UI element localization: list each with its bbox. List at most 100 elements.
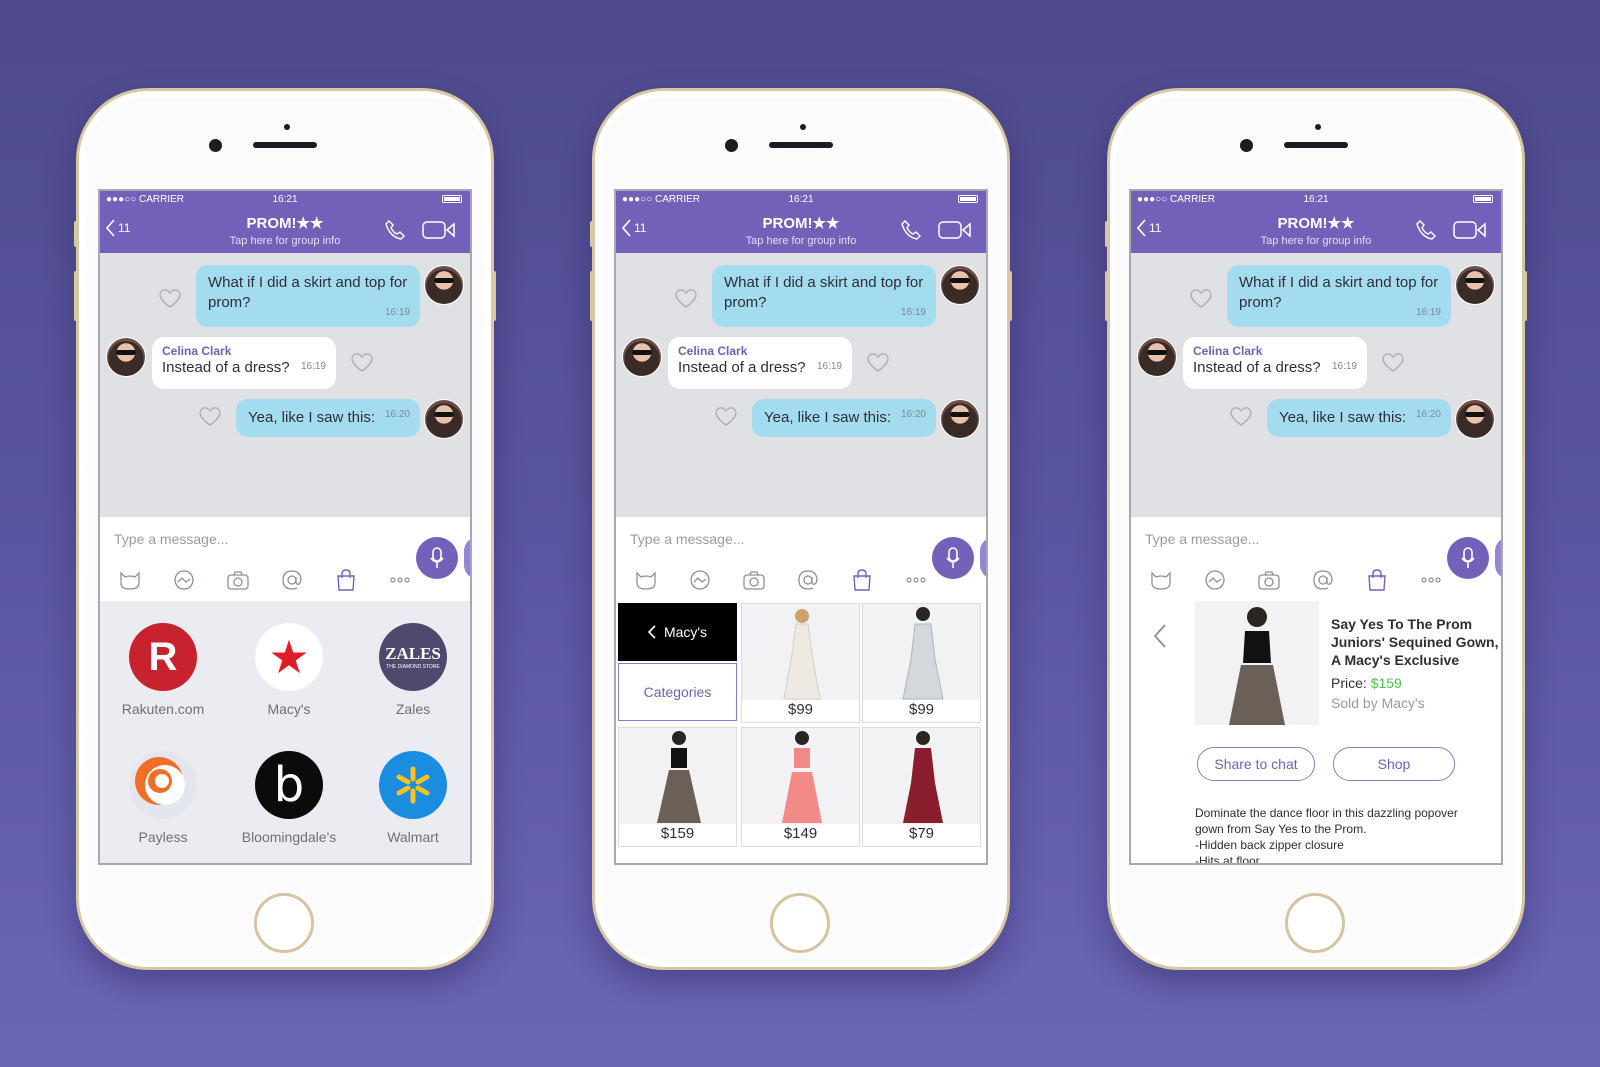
camera-icon[interactable] bbox=[742, 569, 766, 591]
more-icon[interactable] bbox=[904, 569, 928, 591]
group-title[interactable]: PROM!★★ bbox=[100, 214, 470, 232]
product-tile[interactable]: $149 bbox=[741, 727, 860, 847]
message-list[interactable]: What if I did a skirt and top for prom? … bbox=[100, 253, 470, 517]
shopping-bag-icon[interactable] bbox=[850, 569, 874, 591]
message-list[interactable]: What if I did a skirt and top for prom? … bbox=[616, 253, 986, 517]
categories-button[interactable]: Categories bbox=[618, 663, 737, 721]
product-grid[interactable]: Macy's Categories $99 $99 $159 $149 $79 bbox=[616, 601, 986, 863]
own-avatar[interactable] bbox=[1455, 265, 1495, 305]
contact-avatar[interactable] bbox=[106, 337, 146, 377]
own-avatar[interactable] bbox=[940, 399, 980, 439]
voice-message-button[interactable] bbox=[416, 537, 458, 579]
more-icon[interactable] bbox=[1419, 569, 1443, 591]
chevron-left-icon[interactable] bbox=[1153, 623, 1167, 649]
video-call-icon[interactable] bbox=[422, 220, 456, 240]
shop-button[interactable]: Shop bbox=[1333, 747, 1455, 781]
like-heart-icon[interactable] bbox=[866, 351, 890, 378]
shopping-bag-icon[interactable] bbox=[1365, 569, 1389, 591]
like-heart-icon[interactable] bbox=[1229, 405, 1253, 432]
mention-icon[interactable] bbox=[796, 569, 820, 591]
group-title[interactable]: PROM!★★ bbox=[1131, 214, 1501, 232]
chat-header[interactable]: 11 PROM!★★ Tap here for group info bbox=[100, 207, 470, 253]
sticker-icon[interactable] bbox=[634, 569, 658, 591]
like-heart-icon[interactable] bbox=[350, 351, 374, 378]
video-call-icon[interactable] bbox=[938, 220, 972, 240]
message-bubble-out[interactable]: Yea, like I saw this: 16:20 bbox=[752, 399, 936, 437]
group-subtitle[interactable]: Tap here for group info bbox=[616, 235, 986, 247]
message-bubble-in[interactable]: Celina Clark Instead of a dress? 16:19 bbox=[1183, 337, 1367, 389]
voice-message-button[interactable] bbox=[932, 537, 974, 579]
shopping-bag-icon[interactable] bbox=[334, 569, 358, 591]
phone-icon[interactable] bbox=[1415, 219, 1437, 241]
message-list[interactable]: What if I did a skirt and top for prom? … bbox=[1131, 253, 1501, 517]
own-avatar[interactable] bbox=[940, 265, 980, 305]
like-heart-icon[interactable] bbox=[1381, 351, 1405, 378]
own-avatar[interactable] bbox=[424, 399, 464, 439]
like-heart-icon[interactable] bbox=[1189, 287, 1213, 314]
message-text: Instead of a dress? bbox=[678, 359, 806, 376]
group-title[interactable]: PROM!★★ bbox=[616, 214, 986, 232]
share-to-chat-button[interactable]: Share to chat bbox=[1197, 747, 1315, 781]
sticker-icon[interactable] bbox=[1149, 569, 1173, 591]
message-input[interactable]: Type a message... bbox=[630, 531, 744, 547]
mention-icon[interactable] bbox=[1311, 569, 1335, 591]
store-macys[interactable]: ★ Macy's bbox=[234, 623, 344, 717]
status-bar: ●●●○○ CARRIER 16:21 bbox=[616, 191, 986, 207]
doodle-icon[interactable] bbox=[1203, 569, 1227, 591]
message-input[interactable]: Type a message... bbox=[1145, 531, 1259, 547]
message-text: Instead of a dress? bbox=[162, 359, 290, 376]
sticker-icon[interactable] bbox=[118, 569, 142, 591]
composer-toolbar bbox=[118, 569, 412, 591]
message-bubble-out[interactable]: What if I did a skirt and top for prom? … bbox=[1227, 265, 1451, 327]
doodle-icon[interactable] bbox=[688, 569, 712, 591]
store-zales[interactable]: ZALES THE DIAMOND STORE Zales bbox=[358, 623, 468, 717]
product-tile[interactable]: $79 bbox=[862, 727, 981, 847]
message-input[interactable]: Type a message... bbox=[114, 531, 228, 547]
group-subtitle[interactable]: Tap here for group info bbox=[1131, 235, 1501, 247]
like-heart-icon[interactable] bbox=[198, 405, 222, 432]
contact-avatar[interactable] bbox=[622, 337, 662, 377]
volume-up-button bbox=[1105, 271, 1109, 321]
chat-header[interactable]: 11 PROM!★★ Tap here for group info bbox=[616, 207, 986, 253]
product-tile[interactable]: $99 bbox=[862, 603, 981, 723]
message-bubble-out[interactable]: Yea, like I saw this: 16:20 bbox=[1267, 399, 1451, 437]
doodle-icon[interactable] bbox=[172, 569, 196, 591]
like-heart-icon[interactable] bbox=[674, 287, 698, 314]
like-heart-icon[interactable] bbox=[714, 405, 738, 432]
own-avatar[interactable] bbox=[1455, 399, 1495, 439]
group-subtitle[interactable]: Tap here for group info bbox=[100, 235, 470, 247]
message-time: 16:19 bbox=[1415, 307, 1441, 318]
own-avatar[interactable] bbox=[424, 265, 464, 305]
store-name: Zales bbox=[395, 701, 431, 717]
message-text: Instead of a dress? bbox=[1193, 359, 1321, 376]
store-back-button[interactable]: Macy's bbox=[618, 603, 737, 661]
camera-icon[interactable] bbox=[1257, 569, 1281, 591]
video-call-icon[interactable] bbox=[1453, 220, 1487, 240]
phone-icon[interactable] bbox=[384, 219, 406, 241]
store-payless[interactable]: Payless bbox=[108, 751, 218, 845]
contact-avatar[interactable] bbox=[1137, 337, 1177, 377]
store-bloomingdales[interactable]: b Bloomingdale's bbox=[234, 751, 344, 845]
microphone-icon bbox=[946, 547, 960, 568]
message-bubble-out[interactable]: What if I did a skirt and top for prom? … bbox=[712, 265, 936, 327]
message-bubble-out[interactable]: What if I did a skirt and top for prom? … bbox=[196, 265, 420, 327]
product-tile[interactable]: $159 bbox=[618, 727, 737, 847]
earpiece-speaker bbox=[253, 142, 317, 148]
phone-icon[interactable] bbox=[900, 219, 922, 241]
voice-message-button[interactable] bbox=[1447, 537, 1489, 579]
more-icon[interactable] bbox=[388, 569, 412, 591]
message-bubble-in[interactable]: Celina Clark Instead of a dress? 16:19 bbox=[152, 337, 336, 389]
like-heart-icon[interactable] bbox=[158, 287, 182, 314]
product-tile[interactable]: $99 bbox=[741, 603, 860, 723]
extra-action-button[interactable] bbox=[1495, 537, 1501, 579]
message-bubble-in[interactable]: Celina Clark Instead of a dress? 16:19 bbox=[668, 337, 852, 389]
store-walmart[interactable]: Walmart bbox=[358, 751, 468, 845]
mention-icon[interactable] bbox=[280, 569, 304, 591]
extra-action-button[interactable] bbox=[464, 537, 470, 579]
extra-action-button[interactable] bbox=[980, 537, 986, 579]
product-image[interactable] bbox=[1195, 601, 1319, 725]
store-rakuten[interactable]: R Rakuten.com bbox=[108, 623, 218, 717]
chat-header[interactable]: 11 PROM!★★ Tap here for group info bbox=[1131, 207, 1501, 253]
camera-icon[interactable] bbox=[226, 569, 250, 591]
message-bubble-out[interactable]: Yea, like I saw this: 16:20 bbox=[236, 399, 420, 437]
